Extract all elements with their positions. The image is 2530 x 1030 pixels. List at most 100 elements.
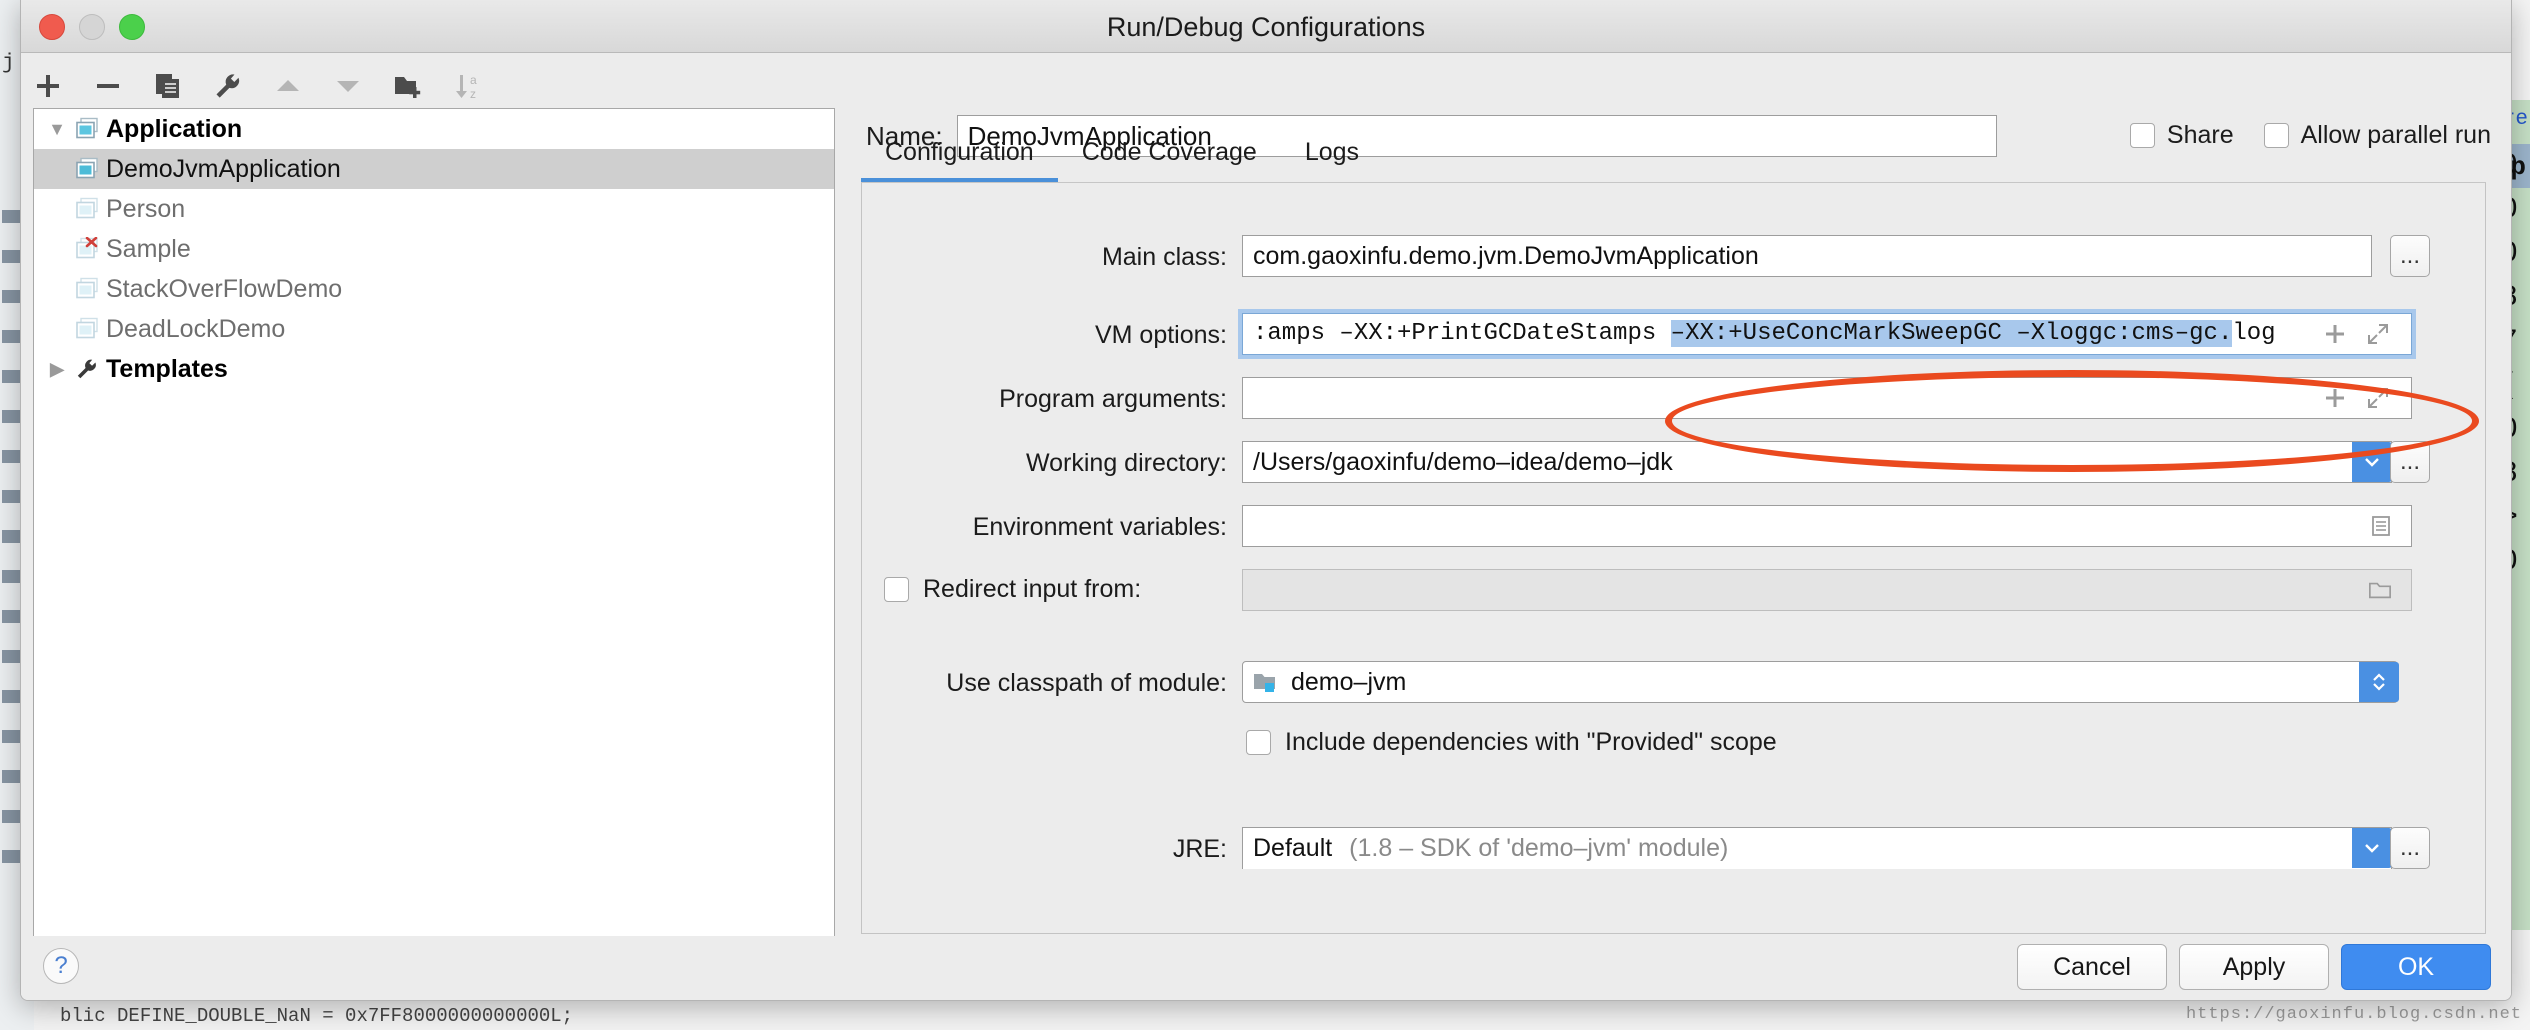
tree-item-label: Sample (106, 234, 191, 263)
configurations-tree[interactable]: ▼ Application DemoJvmApplication Person … (33, 108, 835, 938)
footer-buttons: Cancel Apply OK (2017, 944, 2491, 990)
move-down-button[interactable] (331, 69, 365, 103)
background-left-text: j (2, 52, 15, 75)
tree-item-templates[interactable]: ▶ Templates (34, 349, 834, 389)
tab-label: Configuration (885, 138, 1034, 166)
edit-templates-button[interactable] (211, 69, 245, 103)
vm-options-text-prefix: :amps –XX:+PrintGCDateStamps (1253, 320, 1671, 347)
tree-item-sample[interactable]: Sample (34, 229, 834, 269)
main-class-browse-button[interactable]: ... (2390, 235, 2430, 277)
redirect-input-from-folder-icon[interactable] (2362, 569, 2398, 611)
redirect-input-from-checkbox[interactable] (884, 577, 909, 602)
program-arguments-input[interactable] (1242, 377, 2412, 419)
working-directory-input[interactable]: /Users/gaoxinfu/demo–idea/demo–jdk (1242, 441, 2392, 483)
vm-options-add-icon[interactable] (2317, 313, 2353, 355)
tab-configuration[interactable]: Configuration (861, 126, 1058, 182)
config-toolbar: a z (31, 69, 485, 103)
redirect-input-from-input (1242, 569, 2412, 611)
cancel-button[interactable]: Cancel (2017, 944, 2167, 990)
main-class-label: Main class: (1101, 243, 1227, 271)
wrench-icon (70, 357, 104, 381)
remove-configuration-button[interactable] (91, 69, 125, 103)
tree-item-label: Application (106, 114, 243, 143)
working-directory-label: Working directory: (1026, 449, 1227, 477)
svg-text:z: z (470, 87, 476, 101)
window-title: Run/Debug Configurations (1106, 12, 1426, 42)
use-classpath-of-module-value: demo–jvm (1291, 668, 1407, 696)
run-config-icon (70, 277, 104, 301)
vm-options-input[interactable]: :amps –XX:+PrintGCDateStamps –XX:+UseCon… (1238, 309, 2416, 359)
configuration-panel: Configuration Code Coverage Logs Main cl… (861, 124, 2486, 936)
help-button[interactable]: ? (43, 948, 79, 984)
configuration-form: Main class: com.gaoxinfu.demo.jvm.DemoJv… (861, 183, 2486, 934)
dialog-footer: ? Cancel Apply OK (21, 936, 2511, 1000)
tab-logs[interactable]: Logs (1281, 126, 1383, 182)
add-configuration-button[interactable] (31, 69, 65, 103)
run-config-icon (70, 157, 104, 181)
tree-item-label: Person (106, 194, 186, 223)
program-arguments-expand-icon[interactable] (2360, 377, 2396, 419)
tree-item-application[interactable]: ▼ Application (34, 109, 834, 149)
environment-variables-label: Environment variables: (972, 513, 1227, 541)
tree-item-label: StackOverFlowDemo (106, 274, 343, 303)
background-right-char: p (2510, 152, 2526, 182)
tree-item-person[interactable]: Person (34, 189, 834, 229)
include-dependencies-option[interactable]: Include dependencies with "Provided" sco… (1246, 728, 1777, 757)
run-debug-configurations-dialog: Run/Debug Configurations a z Name: DemoJ… (20, 0, 2512, 1001)
svg-text:a: a (470, 73, 477, 87)
vm-options-label: VM options: (1094, 321, 1227, 349)
jre-value-hint: (1.8 – SDK of 'demo–jvm' module) (1349, 834, 1729, 862)
dialog-topbar: a z Name: DemoJvmApplication Share Allow… (21, 53, 2511, 157)
redirect-input-from-label: Redirect input from: (923, 575, 1142, 603)
vm-options-text-suffix: log (2232, 320, 2276, 347)
jre-combo[interactable]: Default (1.8 – SDK of 'demo–jvm' module) (1242, 827, 2392, 869)
use-classpath-of-module-label: Use classpath of module: (946, 669, 1227, 697)
environment-variables-browse-icon[interactable] (2364, 505, 2398, 547)
apply-button[interactable]: Apply (2179, 944, 2329, 990)
application-icon (70, 117, 104, 141)
move-up-button[interactable] (271, 69, 305, 103)
ok-button[interactable]: OK (2341, 944, 2491, 990)
vm-options-expand-icon[interactable] (2360, 313, 2396, 355)
title-bar: Run/Debug Configurations (21, 0, 2511, 53)
tree-item-label: DemoJvmApplication (106, 154, 341, 183)
use-classpath-of-module-combo[interactable]: demo–jvm (1242, 661, 2398, 703)
use-classpath-of-module-dropdown-button[interactable] (2359, 662, 2399, 702)
twisty-expanded-icon[interactable]: ▼ (44, 119, 70, 140)
new-folder-button[interactable] (391, 69, 425, 103)
working-directory-dropdown-button[interactable] (2352, 442, 2392, 482)
jre-label: JRE: (1172, 835, 1227, 863)
include-dependencies-label: Include dependencies with "Provided" sco… (1285, 728, 1777, 756)
environment-variables-input[interactable] (1242, 505, 2412, 547)
watermark: https://gaoxinfu.blog.csdn.net (2185, 1005, 2522, 1024)
jre-value: Default (1253, 834, 1333, 862)
tree-item-stackoverflowdemo[interactable]: StackOverFlowDemo (34, 269, 834, 309)
tab-bar: Configuration Code Coverage Logs (861, 124, 2486, 183)
tab-label: Code Coverage (1081, 138, 1257, 166)
run-config-error-icon (70, 237, 104, 261)
program-arguments-add-icon[interactable] (2317, 377, 2353, 419)
tree-item-label: Templates (106, 354, 228, 383)
tree-item-deadlockdemo[interactable]: DeadLockDemo (34, 309, 834, 349)
jre-browse-button[interactable]: ... (2390, 827, 2430, 869)
working-directory-browse-button[interactable]: ... (2390, 441, 2430, 483)
tree-item-demojvmapplication[interactable]: DemoJvmApplication (34, 149, 834, 189)
chevron-updown-icon (2373, 673, 2385, 691)
program-arguments-label: Program arguments: (999, 385, 1227, 413)
run-config-icon (70, 197, 104, 221)
jre-dropdown-button[interactable] (2352, 828, 2392, 868)
main-class-input[interactable]: com.gaoxinfu.demo.jvm.DemoJvmApplication (1242, 235, 2372, 277)
background-bottom-code: blic DEFINE_DOUBLE_NaN = 0x7FF8000000000… (60, 1005, 574, 1027)
tab-code-coverage[interactable]: Code Coverage (1058, 126, 1281, 182)
screen-root: j blic DEFINE_DOUBLE_NaN = 0x7FF80000000… (0, 0, 2530, 1030)
include-dependencies-checkbox[interactable] (1246, 730, 1271, 755)
twisty-collapsed-icon[interactable]: ▶ (44, 359, 70, 380)
redirect-input-from-option[interactable]: Redirect input from: (884, 575, 1141, 604)
copy-configuration-button[interactable] (151, 69, 185, 103)
tab-label: Logs (1304, 138, 1360, 166)
tree-item-label: DeadLockDemo (106, 314, 286, 343)
run-config-icon (70, 317, 104, 341)
sort-alphabetically-button[interactable]: a z (451, 69, 485, 103)
module-icon (1253, 670, 1279, 694)
vm-options-text-selected: –XX:+UseConcMarkSweepGC –Xloggc:cms–gc. (1670, 320, 2233, 347)
